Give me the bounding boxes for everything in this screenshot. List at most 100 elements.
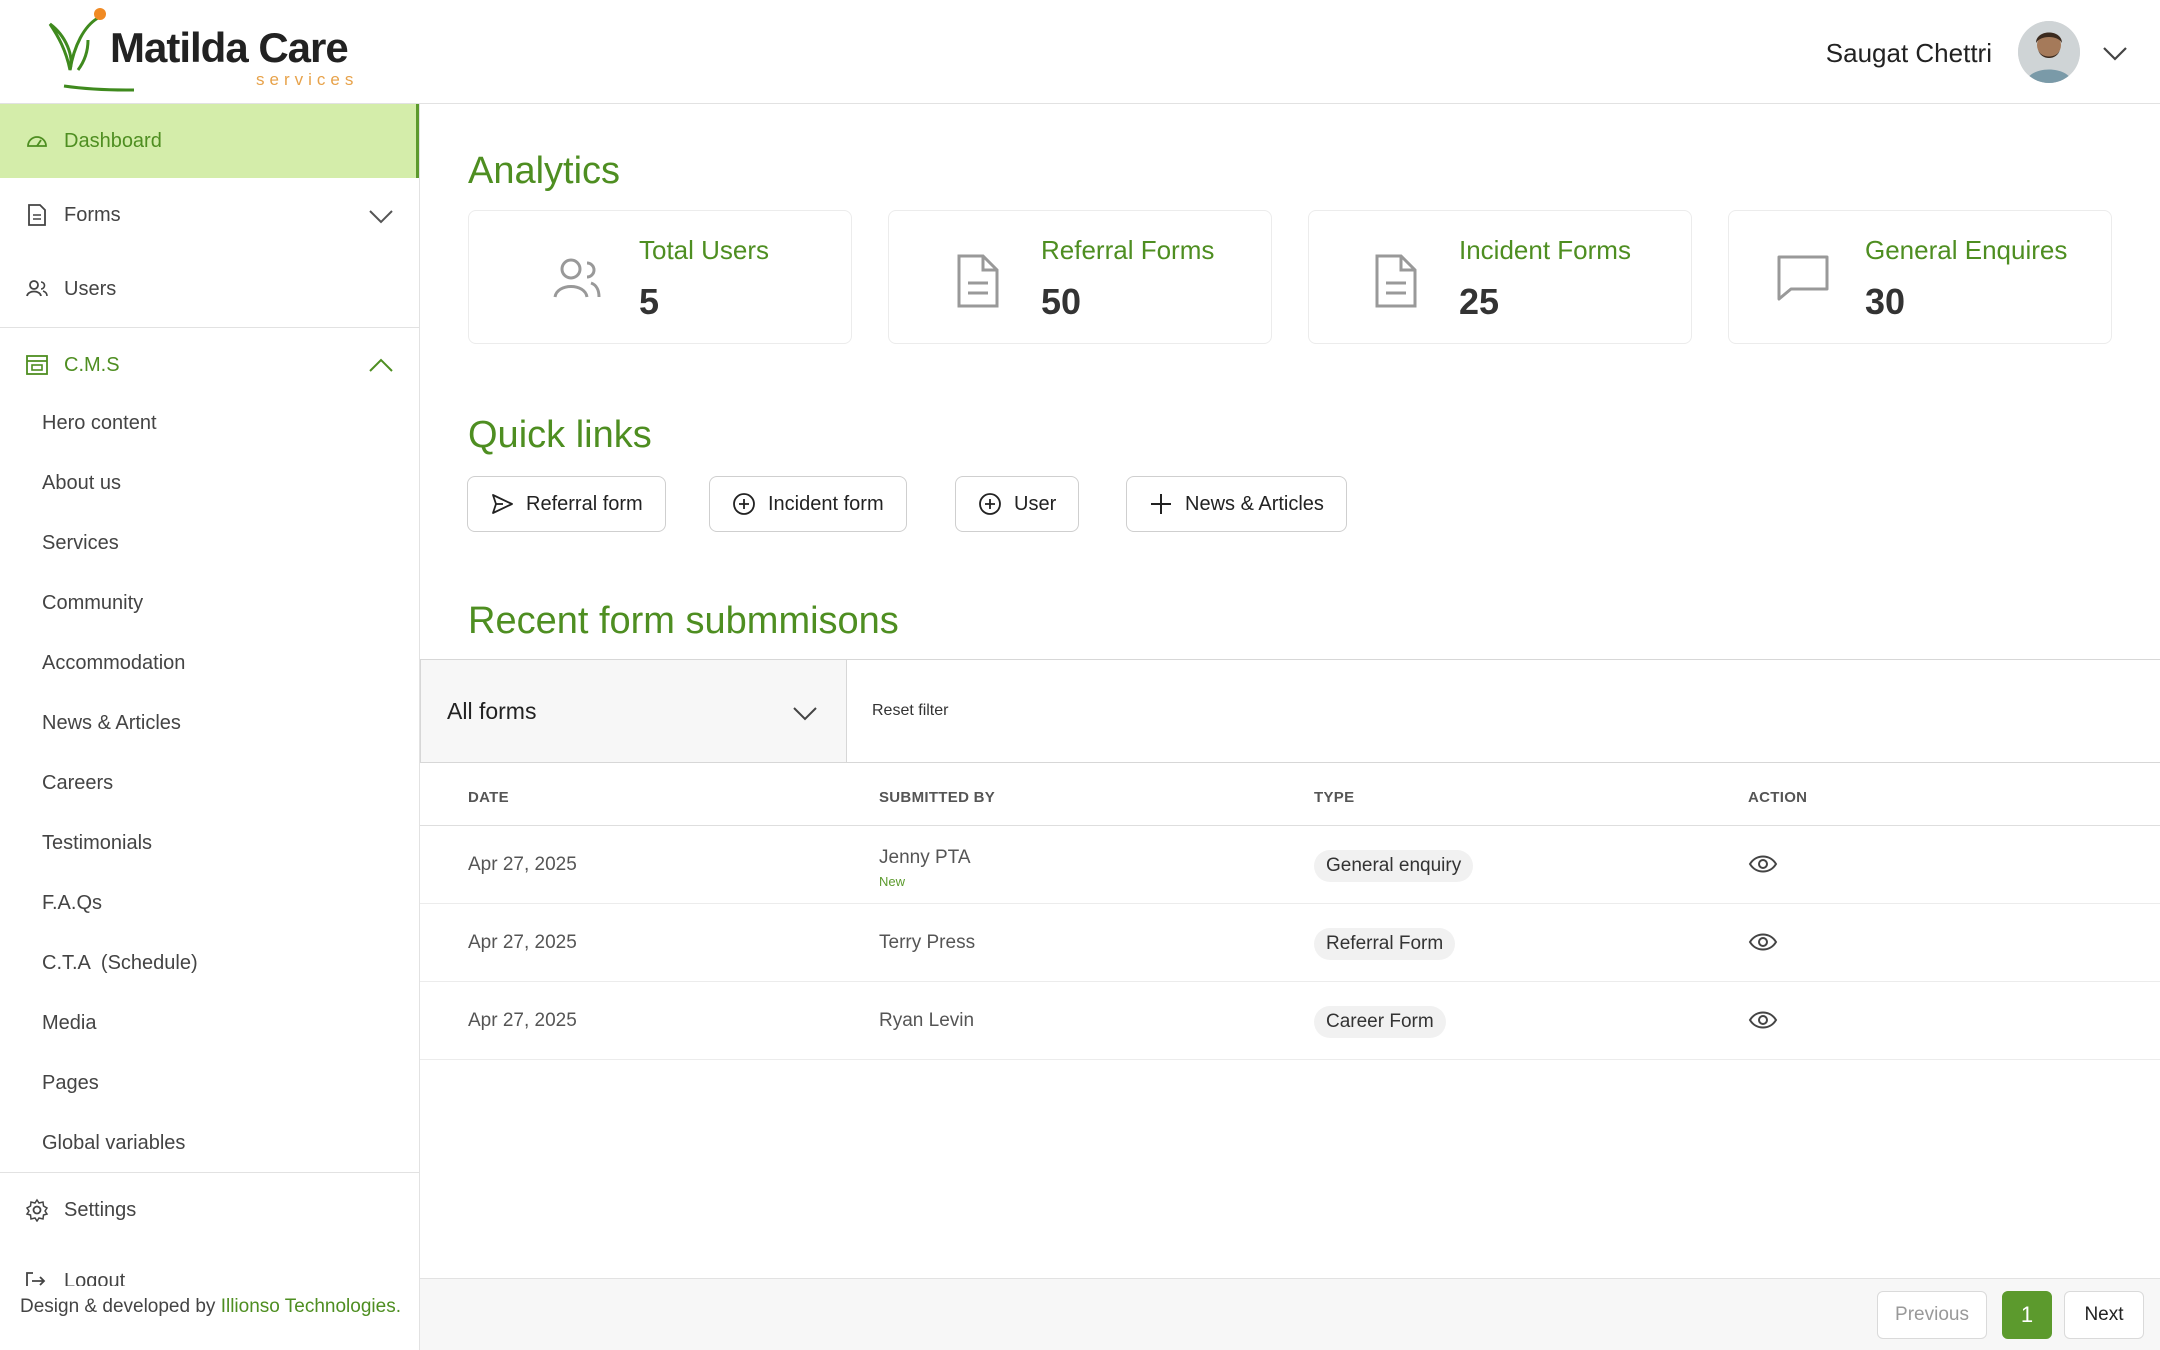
- cms-item-media[interactable]: Media: [42, 1012, 96, 1035]
- quick-link-user[interactable]: User: [955, 476, 1080, 532]
- quick-link-label: Referral form: [526, 492, 643, 515]
- sidebar-item-label: Forms: [64, 203, 121, 226]
- stat-card-general-enquires[interactable]: General Enquires 30: [1728, 210, 2112, 344]
- previous-page-button[interactable]: Previous: [1877, 1291, 1987, 1339]
- send-icon: [492, 494, 513, 514]
- pagination-bar: Previous 1 Next: [420, 1278, 2160, 1350]
- stat-value: 50: [1041, 281, 1082, 322]
- brand-tagline: services: [256, 70, 359, 89]
- row-date: Apr 27, 2025: [468, 854, 577, 875]
- form-type-select[interactable]: All forms: [420, 660, 847, 762]
- sidebar-item-logout[interactable]: Logout: [24, 1266, 419, 1286]
- stat-card-incident-forms[interactable]: Incident Forms 25: [1308, 210, 1692, 344]
- quick-links-title: Quick links: [468, 414, 652, 456]
- filter-bar: All forms Reset filter: [420, 659, 2160, 763]
- chevron-down-icon: [793, 707, 817, 721]
- quick-link-news-articles[interactable]: News & Articles: [1126, 476, 1347, 532]
- type-badge: General enquiry: [1314, 850, 1474, 882]
- quick-link-label: User: [1014, 492, 1057, 515]
- sidebar-item-label: Dashboard: [64, 129, 162, 152]
- sidebar-item-settings[interactable]: Settings: [0, 1173, 419, 1247]
- stat-label: Total Users: [639, 235, 770, 265]
- stat-value: 30: [1865, 281, 1906, 322]
- app-header: Matilda Care services Saugat Chettri: [0, 0, 2160, 104]
- sidebar-item-label: C.M.S: [64, 353, 120, 376]
- stat-label: Referral Forms: [1041, 235, 1215, 265]
- sidebar-item-label: Logout: [64, 1270, 126, 1286]
- chevron-up-icon: [369, 358, 393, 372]
- row-submitted-by: Terry Press: [879, 932, 976, 953]
- eye-icon[interactable]: [1748, 852, 1778, 876]
- reset-filter-button[interactable]: Reset filter: [872, 702, 948, 720]
- column-header-submitted-by[interactable]: SUBMITTED BY: [879, 789, 995, 806]
- sidebar-item-forms[interactable]: Forms: [0, 178, 419, 252]
- row-submitted-by: Jenny PTA: [879, 847, 971, 868]
- cms-item-global-variables[interactable]: Global variables: [42, 1132, 185, 1155]
- type-badge: Referral Form: [1314, 928, 1456, 960]
- cms-item-hero-content[interactable]: Hero content: [42, 412, 157, 435]
- eye-icon[interactable]: [1748, 930, 1778, 954]
- users-icon: [24, 276, 50, 302]
- quick-link-incident-form[interactable]: Incident form: [709, 476, 907, 532]
- cms-item-accommodation[interactable]: Accommodation: [42, 652, 185, 675]
- stat-card-total-users[interactable]: Total Users 5: [468, 210, 852, 344]
- cms-item-faqs[interactable]: F.A.Qs: [42, 892, 102, 915]
- table-row[interactable]: Apr 27, 2025 Terry Press Referral Form: [420, 904, 2160, 982]
- sidebar-item-dashboard[interactable]: Dashboard: [0, 104, 419, 178]
- document-icon: [957, 254, 999, 308]
- stat-value: 5: [639, 281, 660, 322]
- cms-icon: [24, 352, 50, 378]
- table-row[interactable]: Apr 27, 2025 Jenny PTA New General enqui…: [420, 826, 2160, 904]
- document-icon: [1375, 254, 1417, 308]
- sidebar: Dashboard Forms Users C.M.S Hero content…: [0, 104, 420, 1350]
- chevron-down-icon: [369, 210, 393, 224]
- new-badge: New: [879, 874, 906, 889]
- form-type-select-value: All forms: [447, 698, 537, 724]
- document-icon: [24, 202, 50, 228]
- footer-credit: Design & developed by Illionso Technolog…: [20, 1296, 401, 1318]
- cms-item-services[interactable]: Services: [42, 532, 119, 555]
- eye-icon[interactable]: [1748, 1008, 1778, 1032]
- chat-icon: [1777, 255, 1829, 301]
- stat-card-referral-forms[interactable]: Referral Forms 50: [888, 210, 1272, 344]
- chevron-down-icon[interactable]: [2100, 38, 2130, 68]
- plus-icon: [1151, 494, 1171, 514]
- column-header-date[interactable]: DATE: [468, 789, 509, 806]
- sidebar-item-label: Users: [64, 277, 117, 300]
- quick-link-label: News & Articles: [1185, 492, 1324, 515]
- stat-label: Incident Forms: [1459, 235, 1631, 265]
- sidebar-item-cms[interactable]: C.M.S: [0, 328, 419, 402]
- table-row[interactable]: Apr 27, 2025 Ryan Levin Career Form: [420, 982, 2160, 1060]
- type-badge: Career Form: [1314, 1006, 1446, 1038]
- row-date: Apr 27, 2025: [468, 932, 577, 953]
- cms-item-pages[interactable]: Pages: [42, 1072, 99, 1095]
- next-page-button[interactable]: Next: [2064, 1291, 2144, 1339]
- avatar[interactable]: [2018, 21, 2080, 83]
- user-name[interactable]: Saugat Chettri: [1826, 38, 1992, 69]
- quick-link-label: Incident form: [768, 492, 884, 515]
- logout-icon: [24, 1266, 50, 1286]
- plus-circle-icon: [733, 493, 755, 515]
- cms-item-careers[interactable]: Careers: [42, 772, 113, 795]
- cms-item-community[interactable]: Community: [42, 592, 143, 615]
- table-header: DATE SUBMITTED BY TYPE ACTION: [420, 763, 2160, 826]
- cms-item-news-articles[interactable]: News & Articles: [42, 712, 181, 735]
- cms-item-testimonials[interactable]: Testimonials: [42, 832, 152, 855]
- sidebar-item-users[interactable]: Users: [0, 252, 419, 326]
- page-number-button[interactable]: 1: [2002, 1291, 2052, 1339]
- column-header-type[interactable]: TYPE: [1314, 789, 1354, 806]
- cms-item-about-us[interactable]: About us: [42, 472, 121, 495]
- cms-item-cta-schedule[interactable]: C.T.A (Schedule): [42, 952, 198, 975]
- brand-logo[interactable]: Matilda Care services: [44, 6, 364, 96]
- analytics-title: Analytics: [468, 150, 621, 192]
- recent-submissions-title: Recent form submmisons: [468, 600, 899, 642]
- users-icon: [553, 258, 601, 298]
- stat-value: 25: [1459, 281, 1500, 322]
- credit-brand-link[interactable]: Illionso Technologies.: [221, 1296, 401, 1317]
- gear-icon: [24, 1197, 50, 1223]
- credit-prefix: Design & developed by: [20, 1296, 216, 1317]
- quick-link-referral-form[interactable]: Referral form: [467, 476, 666, 532]
- plus-circle-icon: [979, 493, 1001, 515]
- column-header-action: ACTION: [1748, 789, 1808, 806]
- brand-name: Matilda Care: [110, 24, 349, 71]
